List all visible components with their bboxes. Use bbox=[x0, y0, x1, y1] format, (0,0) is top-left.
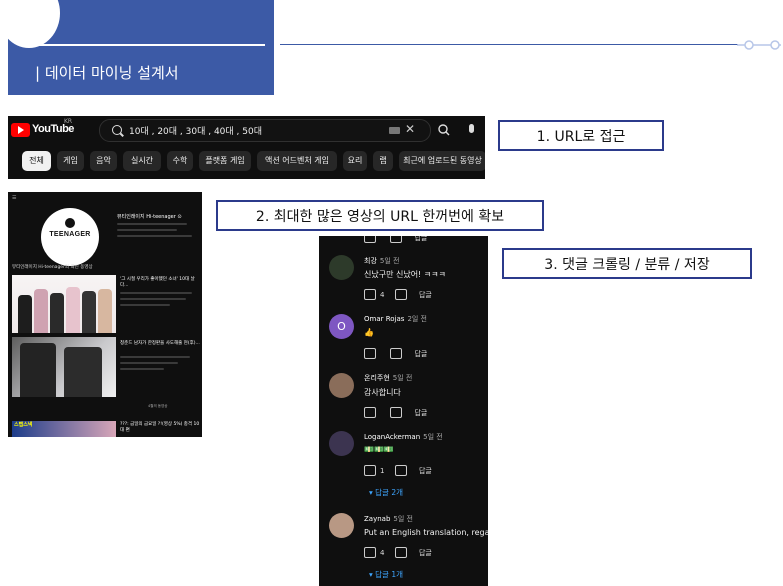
reply-button[interactable]: 답글 bbox=[414, 350, 427, 358]
microphone-icon[interactable] bbox=[469, 124, 474, 133]
channel-meta-line bbox=[117, 223, 187, 225]
like-icon[interactable] bbox=[364, 348, 376, 359]
chip-live[interactable]: 실시간 bbox=[123, 151, 161, 171]
comment-author[interactable]: LoganAckerman 5일 전 bbox=[364, 432, 443, 442]
dislike-icon[interactable] bbox=[394, 465, 407, 476]
reply-button[interactable]: 답글 bbox=[419, 291, 432, 299]
comment-actions: 4 답글 bbox=[364, 547, 432, 558]
close-icon[interactable]: ✕ bbox=[405, 122, 415, 136]
region-code: KR bbox=[64, 118, 73, 125]
play-icon bbox=[18, 126, 24, 134]
channel-logo-text: TEENAGER bbox=[49, 231, 91, 238]
chip-games[interactable]: 게임 bbox=[57, 151, 84, 171]
dislike-icon[interactable] bbox=[390, 407, 403, 418]
video-meta-line bbox=[120, 368, 164, 370]
channel-meta-line bbox=[117, 235, 192, 237]
youtube-comments-screenshot: 답글 최강 5일 전 신났구만 신났어! ㅋㅋㅋ 4 답글 O Omar Roja… bbox=[319, 236, 488, 586]
dislike-icon[interactable] bbox=[394, 547, 407, 558]
comment-text: 감사합니다 bbox=[364, 388, 401, 397]
video-meta-line bbox=[120, 292, 192, 294]
video-meta-line bbox=[120, 362, 178, 364]
step3-label: 3. 댓글 크롤링 / 분류 / 저장 bbox=[502, 248, 752, 279]
comment-actions: 답글 bbox=[364, 348, 427, 359]
comment-author[interactable]: 온리주현 5일 전 bbox=[364, 373, 412, 383]
video-title[interactable]: 청춘드 남자가 한정판을 사도해줄 현(후)... bbox=[120, 340, 200, 346]
search-icon bbox=[112, 125, 122, 135]
like-icon[interactable] bbox=[364, 407, 376, 418]
video-thumbnail[interactable] bbox=[12, 337, 116, 397]
search-query: 10대 , 20대 , 30대 , 40대 , 50대 bbox=[129, 127, 262, 137]
chip-recently-uploaded[interactable]: 최근에 업로드된 동영상 bbox=[399, 151, 485, 171]
comment-actions: 답글 bbox=[364, 236, 427, 243]
page-title: | 데이터 마이닝 설계서 bbox=[35, 64, 179, 82]
header-divider bbox=[280, 44, 738, 45]
reply-button[interactable]: 답글 bbox=[419, 549, 432, 557]
like-icon[interactable] bbox=[364, 236, 376, 243]
video-meta-line bbox=[120, 304, 170, 306]
connector-dots-icon bbox=[737, 40, 781, 50]
comment-author[interactable]: Zaynab 5일 전 bbox=[364, 514, 413, 524]
chip-rap[interactable]: 랩 bbox=[373, 151, 393, 171]
youtube-channel-screenshot: ☰ TEENAGER 뷰티인래이지 Hi-teenager ⊙ 뷰티인래이지 H… bbox=[8, 192, 202, 437]
avatar[interactable] bbox=[329, 373, 354, 398]
comment-actions: 4 답글 bbox=[364, 289, 432, 300]
video-meta-line bbox=[120, 356, 190, 358]
chip-action-adventure[interactable]: 액션 어드벤처 게임 bbox=[257, 151, 337, 171]
video-title[interactable]: ???: 금일의 금요일 ?!(영상 5%) 충격 10대 편 bbox=[120, 421, 200, 433]
video-thumbnail[interactable] bbox=[12, 275, 116, 333]
comment-text: Put an English translation, regar bbox=[364, 528, 488, 537]
chip-math[interactable]: 수학 bbox=[167, 151, 193, 171]
comment-text: 신났구만 신났어! ㅋㅋㅋ bbox=[364, 270, 446, 279]
view-replies-button[interactable]: ▾ 답글 2개 bbox=[369, 487, 403, 498]
decorative-shape bbox=[8, 0, 60, 48]
video-meta-line bbox=[120, 298, 186, 300]
comment-text: 💵💵💵 bbox=[364, 445, 394, 454]
comment-author[interactable]: 최강 5일 전 bbox=[364, 256, 399, 266]
chip-all[interactable]: 전체 bbox=[22, 151, 51, 171]
title-underline bbox=[35, 44, 265, 46]
avatar[interactable] bbox=[329, 255, 354, 280]
youtube-logo[interactable]: YouTube bbox=[11, 123, 74, 137]
step2-label: 2. 최대한 많은 영상의 URL 한꺼번에 확보 bbox=[216, 200, 544, 231]
youtube-search-screenshot: YouTube KR 10대 , 20대 , 30대 , 40대 , 50대 ✕… bbox=[8, 116, 485, 179]
more-videos-link[interactable]: 4월의 동영상 bbox=[148, 404, 167, 409]
search-button[interactable] bbox=[434, 123, 454, 137]
reply-button[interactable]: 답글 bbox=[419, 467, 432, 475]
chip-music[interactable]: 음악 bbox=[90, 151, 117, 171]
comment-text: 👍 bbox=[364, 328, 374, 337]
step1-label: 1. URL로 접근 bbox=[498, 120, 664, 151]
like-icon[interactable] bbox=[364, 547, 376, 558]
channel-name[interactable]: 뷰티인래이지 Hi-teenager ⊙ bbox=[117, 213, 182, 220]
header-banner: | 데이터 마이닝 설계서 bbox=[8, 0, 274, 95]
channel-meta-line bbox=[117, 229, 177, 231]
comment-actions: 1 답글 bbox=[364, 465, 432, 476]
section-title: 뷰티인래이지 Hi-teenager의 최신 동영상 bbox=[12, 265, 93, 270]
reply-button[interactable]: 답글 bbox=[414, 236, 427, 242]
search-input[interactable]: 10대 , 20대 , 30대 , 40대 , 50대 ✕ bbox=[99, 119, 450, 142]
comment-author[interactable]: Omar Rojas 2일 전 bbox=[364, 314, 427, 324]
chip-cooking[interactable]: 요리 bbox=[343, 151, 367, 171]
dislike-icon[interactable] bbox=[394, 289, 407, 300]
reply-button[interactable]: 답글 bbox=[414, 409, 427, 417]
channel-logo-icon bbox=[65, 218, 75, 228]
like-icon[interactable] bbox=[364, 289, 376, 300]
comment-actions: 답글 bbox=[364, 407, 427, 418]
dislike-icon[interactable] bbox=[390, 236, 403, 243]
menu-icon[interactable]: ☰ bbox=[12, 195, 16, 201]
thumbnail-caption: 스탭스낵 bbox=[14, 422, 33, 428]
avatar[interactable] bbox=[329, 513, 354, 538]
dislike-icon[interactable] bbox=[390, 348, 403, 359]
avatar[interactable] bbox=[329, 431, 354, 456]
avatar[interactable]: O bbox=[329, 314, 354, 339]
view-replies-button[interactable]: ▾ 답글 1개 bbox=[369, 569, 403, 580]
keyboard-icon[interactable] bbox=[389, 127, 400, 134]
video-title[interactable]: '그 시절 우리가 좋아했던 소녀' 10대 날다... bbox=[120, 276, 200, 288]
channel-avatar[interactable]: TEENAGER bbox=[41, 208, 99, 266]
video-thumbnail[interactable]: 스탭스낵 bbox=[12, 421, 116, 437]
like-icon[interactable] bbox=[364, 465, 376, 476]
chip-platformer[interactable]: 플랫폼 게임 bbox=[199, 151, 251, 171]
